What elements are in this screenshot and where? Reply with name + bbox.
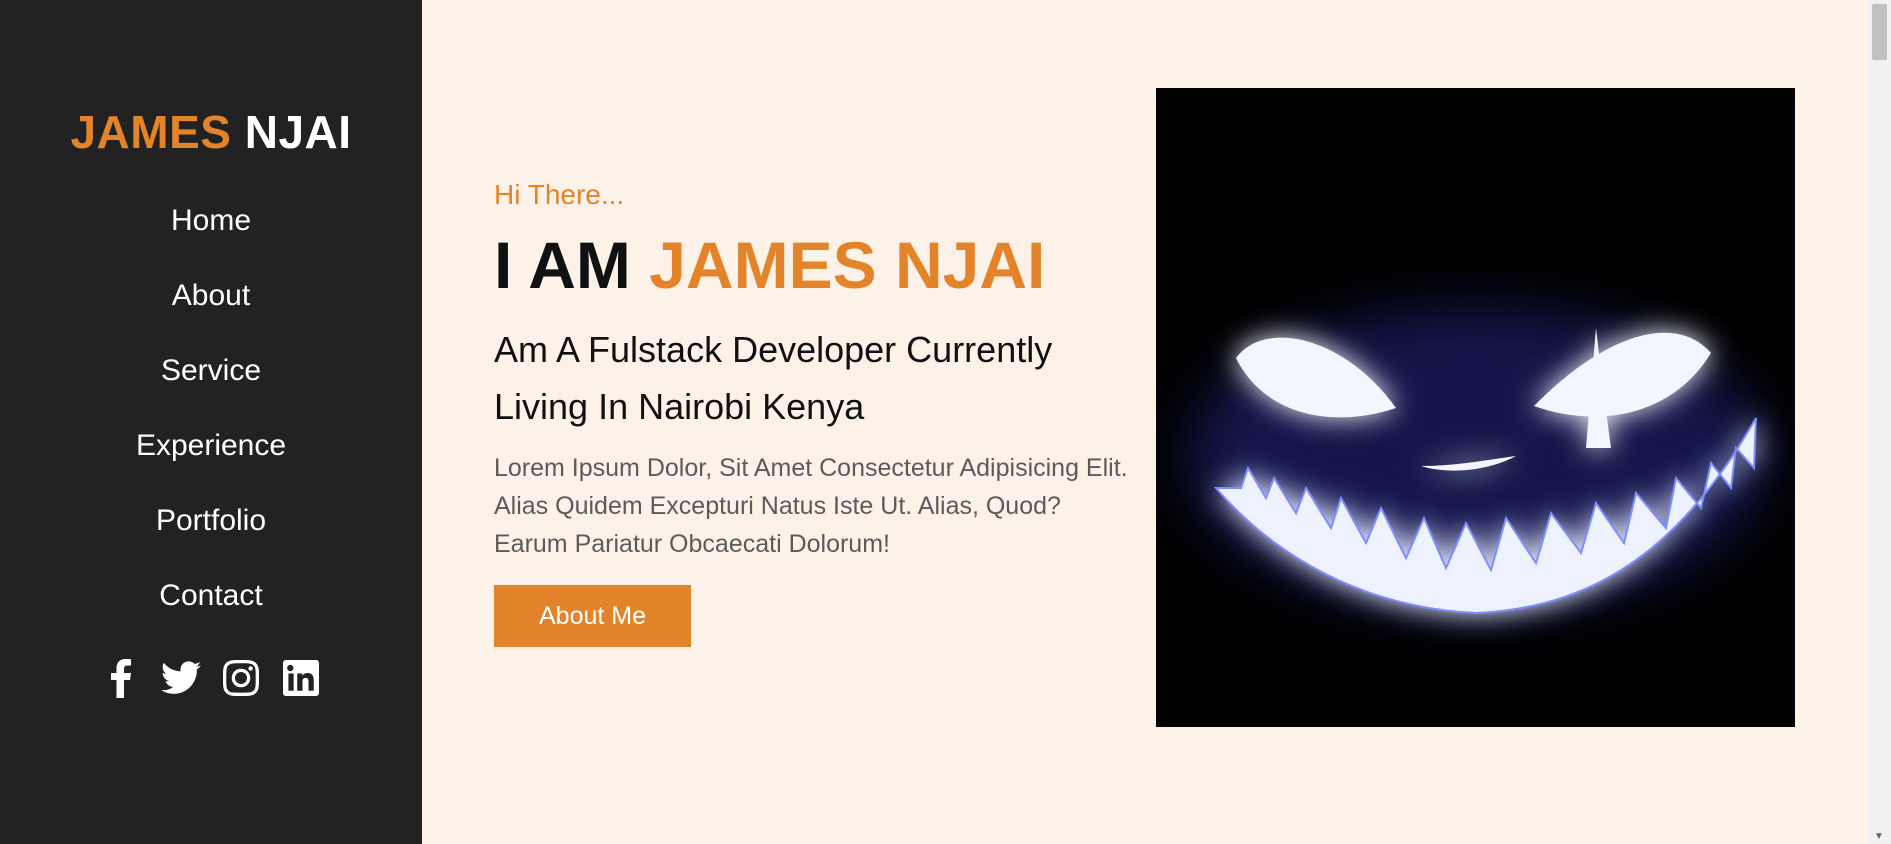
nav-item-about[interactable]: About — [172, 258, 250, 333]
page-scrollbar[interactable]: ▼ — [1868, 0, 1891, 844]
main-nav: Home About Service Experience Portfolio … — [136, 183, 286, 633]
hero-headline: I AM JAMES NJAI — [494, 227, 1134, 303]
nav-item-contact[interactable]: Contact — [159, 558, 262, 633]
scroll-down-arrow-icon[interactable]: ▼ — [1874, 831, 1884, 842]
headline-name: JAMES NJAI — [649, 228, 1046, 302]
facebook-icon[interactable] — [101, 658, 141, 698]
nav-item-service[interactable]: Service — [161, 333, 261, 408]
twitter-icon[interactable] — [161, 658, 201, 698]
logo-first-name: JAMES — [70, 106, 232, 158]
social-links — [101, 658, 321, 698]
nav-item-portfolio[interactable]: Portfolio — [156, 483, 266, 558]
about-me-button[interactable]: About Me — [494, 585, 692, 647]
hero-image — [1156, 88, 1795, 727]
hero-subheadline: Am A Fulstack Developer Currently Living… — [494, 329, 1053, 427]
sidebar: JAMES NJAI Home About Service Experience… — [0, 0, 422, 844]
nav-item-experience[interactable]: Experience — [136, 408, 286, 483]
nav-item-home[interactable]: Home — [171, 183, 251, 258]
logo-last-name: NJAI — [244, 106, 352, 158]
scrollbar-thumb[interactable] — [1872, 4, 1887, 60]
glowing-smile-icon — [1186, 308, 1766, 615]
instagram-icon[interactable] — [221, 658, 261, 698]
site-logo[interactable]: JAMES NJAI — [70, 106, 351, 158]
hero-description: Lorem Ipsum Dolor, Sit Amet Consectetur … — [494, 454, 1128, 558]
hero-greeting: Hi There... — [494, 179, 625, 210]
linkedin-icon[interactable] — [281, 658, 321, 698]
headline-prefix: I AM — [494, 228, 631, 302]
hero-section: Hi There... I AM JAMES NJAI Am A Fulstac… — [494, 175, 1134, 647]
